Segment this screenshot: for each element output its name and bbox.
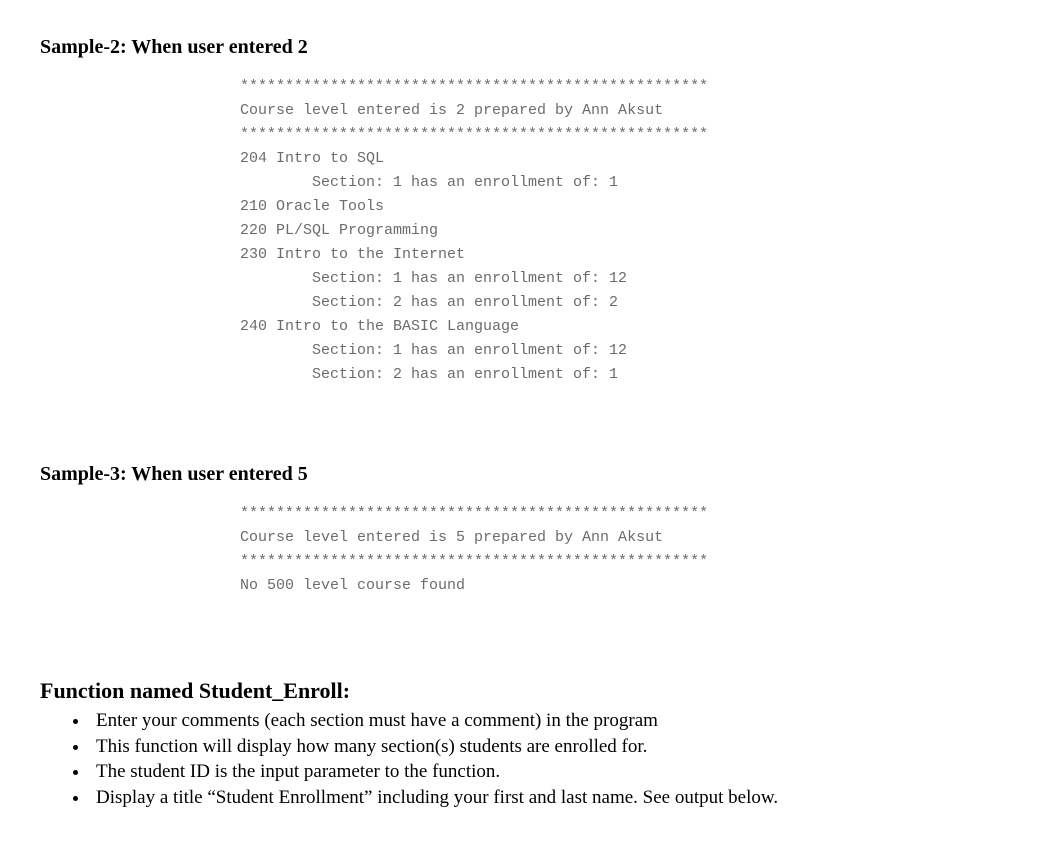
spacer — [40, 427, 1003, 457]
spacer — [40, 638, 1003, 668]
list-item: Display a title “Student Enrollment” inc… — [90, 785, 1003, 811]
function-bullet-list: Enter your comments (each section must h… — [90, 708, 1003, 811]
list-item: The student ID is the input parameter to… — [90, 759, 1003, 785]
list-item: This function will display how many sect… — [90, 734, 1003, 760]
sample3-heading: Sample-3: When user entered 5 — [40, 463, 1003, 486]
sample2-heading: Sample-2: When user entered 2 — [40, 36, 1003, 59]
document-page: Sample-2: When user entered 2 **********… — [0, 0, 1043, 841]
function-heading: Function named Student_Enroll: — [40, 678, 1003, 704]
sample3-code-output: ****************************************… — [240, 502, 1003, 598]
list-item: Enter your comments (each section must h… — [90, 708, 1003, 734]
sample2-code-output: ****************************************… — [240, 75, 1003, 387]
